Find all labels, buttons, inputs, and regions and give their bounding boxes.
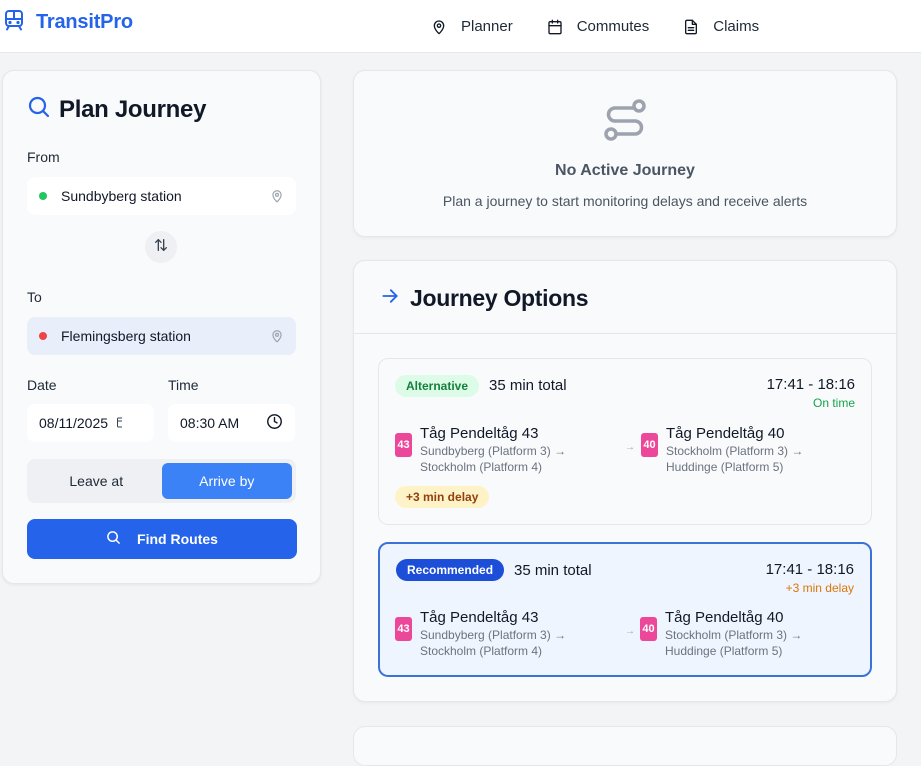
route-total-duration: 35 min total bbox=[514, 562, 592, 579]
top-navigation-bar: TransitPro Planner Commutes Claims bbox=[0, 0, 921, 53]
time-input-value: 08:30 AM bbox=[180, 415, 240, 431]
route-times: 17:41 - 18:16 bbox=[765, 561, 854, 578]
route-leg: 40 Tåg Pendeltåg 40 Stockholm (Platform … bbox=[640, 609, 802, 659]
nav-item-commutes[interactable]: Commutes bbox=[547, 18, 650, 35]
search-icon bbox=[106, 530, 121, 548]
route-icon bbox=[602, 97, 648, 148]
leg-from: Stockholm (Platform 3) → bbox=[665, 628, 803, 642]
leg-name: Tåg Pendeltåg 43 bbox=[420, 425, 539, 442]
next-section-card bbox=[353, 726, 897, 766]
arrive-by-option[interactable]: Arrive by bbox=[161, 463, 292, 499]
main-nav: Planner Commutes Claims bbox=[431, 0, 793, 53]
search-icon bbox=[27, 95, 51, 124]
location-pin-icon[interactable] bbox=[270, 329, 284, 343]
route-leg: 43 Tåg Pendeltåg 43 Sundbyberg (Platform… bbox=[395, 425, 566, 475]
destination-dot-icon bbox=[39, 332, 47, 340]
to-input[interactable]: Flemingsberg station bbox=[27, 317, 296, 355]
plan-journey-title: Plan Journey bbox=[59, 95, 207, 123]
swap-locations-button[interactable] bbox=[145, 231, 177, 263]
nav-item-label: Claims bbox=[713, 18, 760, 35]
route-option-alternative[interactable]: Alternative 35 min total 17:41 - 18:16 O… bbox=[378, 358, 872, 525]
time-input[interactable]: 08:30 AM bbox=[168, 404, 295, 442]
bus-icon bbox=[4, 9, 24, 36]
date-input-value: 08/11/2025 bbox=[39, 415, 109, 431]
journey-options-header: Journey Options bbox=[380, 285, 589, 312]
nav-item-label: Planner bbox=[461, 18, 513, 35]
origin-dot-icon bbox=[39, 192, 47, 200]
leg-to: Huddinge (Platform 5) bbox=[665, 644, 783, 658]
line-badge: 40 bbox=[641, 433, 658, 457]
swap-arrows-icon bbox=[153, 237, 169, 258]
find-routes-button[interactable]: Find Routes bbox=[27, 519, 297, 559]
line-badge: 40 bbox=[640, 617, 657, 641]
from-label: From bbox=[27, 149, 60, 165]
calendar-icon bbox=[547, 19, 563, 35]
journey-options-card: Journey Options Alternative 35 min total… bbox=[353, 260, 897, 702]
plan-journey-header: Plan Journey bbox=[27, 95, 206, 124]
leg-name: Tåg Pendeltåg 40 bbox=[666, 425, 785, 442]
from-input-value: Sundbyberg station bbox=[61, 188, 182, 204]
no-active-journey-subtitle: Plan a journey to start monitoring delay… bbox=[442, 193, 808, 209]
leg-connector-arrow-icon: → bbox=[625, 626, 635, 637]
recommended-badge: Recommended bbox=[396, 559, 505, 581]
leg-to: Huddinge (Platform 5) bbox=[666, 460, 784, 474]
map-pin-icon bbox=[431, 19, 447, 35]
time-label: Time bbox=[168, 377, 199, 393]
alternative-badge: Alternative bbox=[395, 375, 480, 397]
journey-options-title: Journey Options bbox=[410, 285, 589, 311]
nav-item-claims[interactable]: Claims bbox=[683, 18, 759, 35]
calendar-picker-icon[interactable] bbox=[116, 415, 123, 431]
nav-item-label: Commutes bbox=[576, 18, 650, 35]
delay-chip: +3 min delay bbox=[395, 486, 490, 508]
route-total-duration: 35 min total bbox=[489, 377, 567, 394]
leg-name: Tåg Pendeltåg 40 bbox=[665, 609, 784, 626]
active-journey-card: No Active Journey Plan a journey to star… bbox=[353, 70, 897, 237]
to-label: To bbox=[27, 289, 42, 305]
route-leg: 43 Tåg Pendeltåg 43 Sundbyberg (Platform… bbox=[395, 609, 566, 659]
leg-from: Sundbyberg (Platform 3) → bbox=[420, 628, 567, 642]
no-active-journey-title: No Active Journey bbox=[555, 162, 695, 179]
leg-to: Stockholm (Platform 4) bbox=[420, 644, 543, 658]
to-input-value: Flemingsberg station bbox=[61, 328, 191, 344]
route-leg: 40 Tåg Pendeltåg 40 Stockholm (Platform … bbox=[641, 425, 803, 475]
date-label: Date bbox=[27, 377, 57, 393]
divider bbox=[354, 333, 896, 334]
route-status: On time bbox=[812, 396, 855, 410]
leg-to: Stockholm (Platform 4) bbox=[420, 460, 543, 474]
location-pin-icon[interactable] bbox=[270, 189, 284, 203]
plan-journey-card: Plan Journey From Sundbyberg station To … bbox=[2, 70, 321, 584]
brand-name: TransitPro bbox=[36, 11, 133, 33]
leg-name: Tåg Pendeltåg 43 bbox=[420, 609, 539, 626]
leg-from: Sundbyberg (Platform 3) → bbox=[420, 444, 567, 458]
line-badge: 43 bbox=[395, 617, 412, 641]
leg-connector-arrow-icon: → bbox=[625, 442, 635, 453]
leg-from: Stockholm (Platform 3) → bbox=[666, 444, 804, 458]
find-routes-label: Find Routes bbox=[137, 531, 218, 547]
clock-icon[interactable] bbox=[266, 413, 283, 433]
line-badge: 43 bbox=[395, 433, 412, 457]
leave-arrive-toggle: Leave at Arrive by bbox=[27, 459, 296, 503]
date-input[interactable]: 08/11/2025 bbox=[27, 404, 154, 442]
route-times: 17:41 - 18:16 bbox=[766, 376, 855, 393]
arrow-right-icon bbox=[380, 286, 400, 311]
brand-logo-link[interactable]: TransitPro bbox=[4, 9, 133, 36]
nav-item-planner[interactable]: Planner bbox=[431, 18, 513, 35]
from-input[interactable]: Sundbyberg station bbox=[27, 177, 296, 215]
document-icon bbox=[683, 19, 699, 35]
route-status: +3 min delay bbox=[785, 581, 854, 595]
route-option-recommended[interactable]: Recommended 35 min total 17:41 - 18:16 +… bbox=[378, 542, 872, 677]
leave-at-option[interactable]: Leave at bbox=[31, 463, 162, 499]
